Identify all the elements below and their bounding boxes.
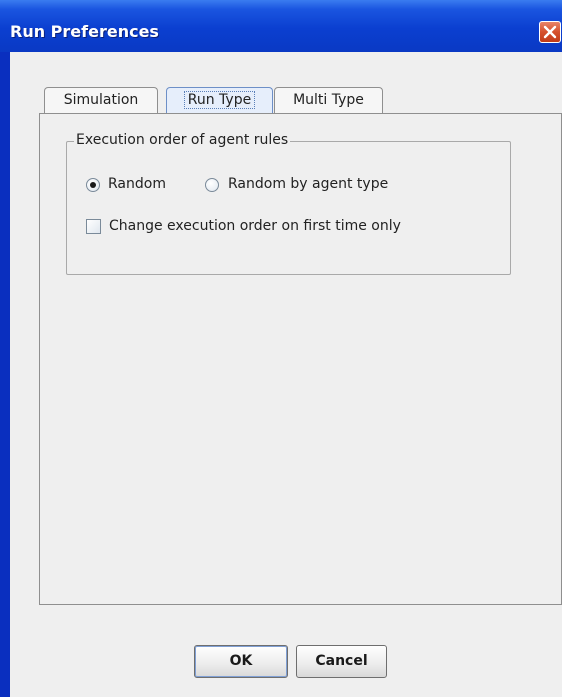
window-title: Run Preferences	[10, 22, 159, 41]
tab-simulation[interactable]: Simulation	[44, 87, 158, 113]
tab-label: Run Type	[183, 91, 256, 109]
random-by-agent-type-radio[interactable]	[205, 178, 219, 192]
change-order-first-time-checkbox[interactable]	[86, 219, 101, 234]
cancel-button[interactable]: Cancel	[296, 645, 387, 678]
tab-label: Multi Type	[293, 92, 364, 108]
tab-run-type[interactable]: Run Type	[166, 87, 273, 113]
random-by-agent-type-label[interactable]: Random by agent type	[228, 176, 388, 192]
random-radio[interactable]	[86, 178, 100, 192]
title-bar[interactable]: Run Preferences	[0, 0, 562, 52]
radio-selected-dot	[90, 182, 96, 188]
tab-label: Simulation	[63, 92, 139, 108]
random-radio-label[interactable]: Random	[108, 176, 166, 192]
group-legend: Execution order of agent rules	[74, 132, 291, 148]
change-order-first-time-label[interactable]: Change execution order on first time onl…	[109, 218, 401, 234]
tab-multi-type[interactable]: Multi Type	[274, 87, 383, 113]
close-button[interactable]	[539, 21, 561, 43]
run-preferences-window: Run Preferences Simulation Run Type Mult…	[0, 0, 562, 697]
execution-order-group	[66, 141, 511, 275]
ok-button[interactable]: OK	[194, 645, 288, 678]
